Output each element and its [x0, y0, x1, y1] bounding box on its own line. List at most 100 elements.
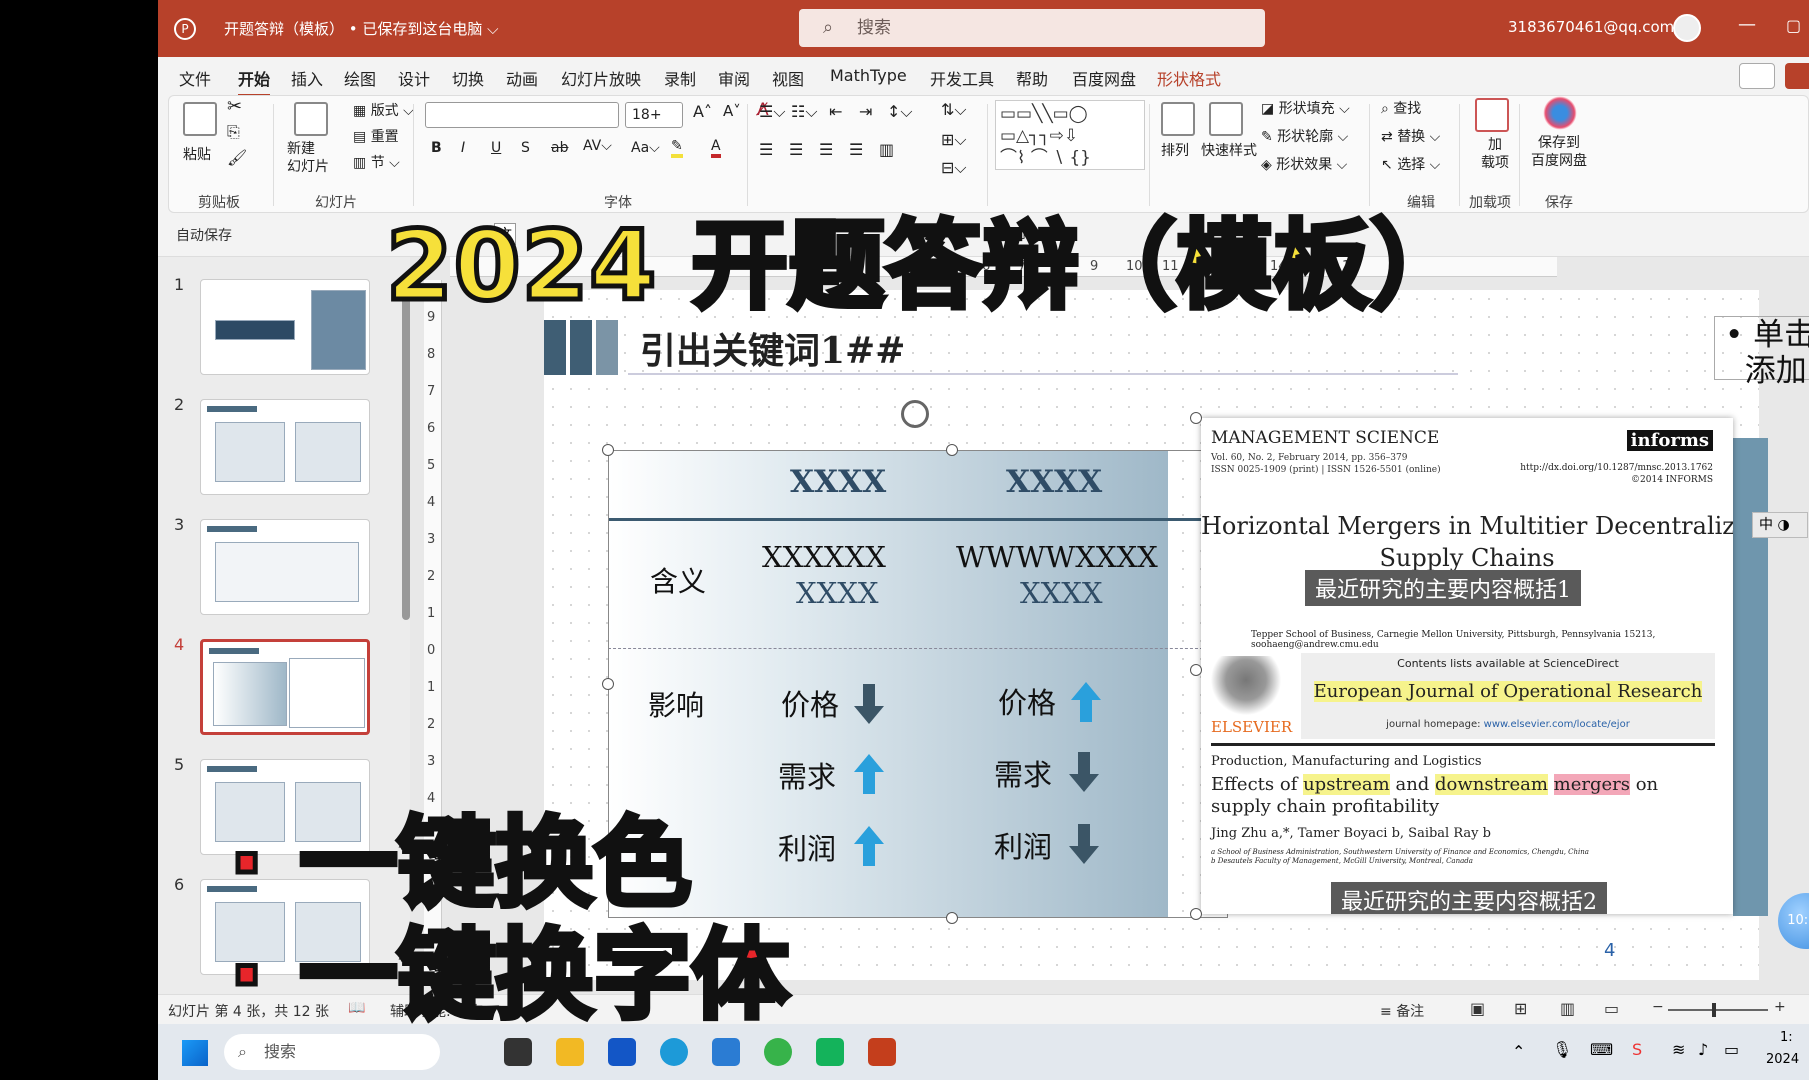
tab-slideshow[interactable]: 幻灯片放映 — [561, 66, 641, 90]
slide-thumbnail[interactable] — [200, 279, 370, 375]
text-direction-icon[interactable]: ⇅⌵ — [941, 100, 967, 120]
addins-label[interactable]: 加 载项 — [1481, 136, 1509, 172]
tab-shape-format[interactable]: 形状格式 — [1157, 66, 1221, 90]
account-email[interactable]: 3183670461@qq.com — [1508, 18, 1674, 36]
bullets-icon[interactable]: ☰⌵ — [759, 102, 785, 122]
shapes-gallery[interactable]: ▭▭╲╲▭◯ ▭△┐┐⇨⇩ ⌒⌇ ⌒ ∖ {} — [995, 100, 1145, 170]
align-right-icon[interactable]: ☰ — [819, 140, 833, 159]
new-slide-label[interactable]: 新建 幻灯片 — [287, 140, 329, 176]
tab-baidu[interactable]: 百度网盘 — [1072, 66, 1136, 90]
ime-indicator[interactable]: 中 ◑ — [1752, 512, 1808, 538]
tab-help[interactable]: 帮助 — [1016, 66, 1048, 90]
comments-icon[interactable] — [1739, 63, 1775, 89]
taskbar-date[interactable]: 2024 — [1766, 1052, 1799, 1067]
arrange-icon[interactable] — [1161, 102, 1195, 136]
resize-handle[interactable] — [1190, 908, 1202, 920]
tab-draw[interactable]: 绘图 — [344, 66, 376, 90]
wechat-icon[interactable] — [816, 1038, 844, 1066]
slide-canvas[interactable]: 引出关键词1## • 单击图标 添加图片 XXXX XXXX 含义 XXXXXX… — [544, 290, 1809, 980]
strikethrough-icon[interactable]: ab — [551, 140, 568, 156]
char-spacing-icon[interactable]: AV⌵ — [583, 138, 612, 154]
zoom-thumb[interactable] — [1712, 1003, 1716, 1017]
highlight-icon[interactable]: ✎ — [671, 138, 683, 158]
avatar[interactable] — [1673, 14, 1701, 42]
find-button[interactable]: ⌕ 查找 — [1381, 98, 1421, 118]
slide-title[interactable]: 引出关键词1## — [640, 322, 905, 374]
new-slide-icon[interactable] — [294, 102, 328, 136]
shape-fill-button[interactable]: ◪ 形状填充 ⌵ — [1261, 98, 1350, 118]
rotate-handle-icon[interactable] — [901, 400, 929, 428]
arrange-label[interactable]: 排列 — [1161, 140, 1189, 160]
italic-icon[interactable]: I — [461, 140, 465, 156]
justify-icon[interactable]: ☰ — [849, 140, 863, 159]
select-button[interactable]: ↖ 选择 ⌵ — [1381, 154, 1440, 174]
notes-button[interactable]: ≡ 备注 — [1380, 1001, 1424, 1021]
copy-icon[interactable]: ⎘ — [227, 122, 240, 142]
bold-icon[interactable]: B — [431, 140, 442, 156]
align-text-icon[interactable]: ⊞⌵ — [941, 130, 967, 150]
layout-button[interactable]: ▦ 版式 ⌵ — [353, 100, 414, 120]
tab-animations[interactable]: 动画 — [506, 66, 538, 90]
tab-mathtype[interactable]: MathType — [830, 66, 907, 85]
tab-developer[interactable]: 开发工具 — [930, 66, 994, 90]
resize-handle[interactable] — [1190, 412, 1202, 424]
replace-button[interactable]: ⇄ 替换 ⌵ — [1381, 126, 1440, 146]
zoom-in-icon[interactable]: + — [1774, 999, 1786, 1015]
slide-thumbnail[interactable] — [200, 399, 370, 495]
paper-screenshot[interactable]: MANAGEMENT SCIENCE Vol. 60, No. 2, Febru… — [1201, 418, 1733, 914]
align-left-icon[interactable]: ☰ — [759, 140, 773, 159]
volume-icon[interactable]: ♪ — [1698, 1040, 1708, 1059]
paste-icon[interactable] — [183, 102, 217, 136]
normal-view-icon[interactable]: ▣ — [1470, 999, 1485, 1018]
minimize-icon[interactable]: — — [1738, 14, 1756, 35]
wifi-icon[interactable]: ≋ — [1672, 1040, 1685, 1059]
columns-icon[interactable]: ▥ — [879, 140, 894, 159]
baidu-save-label[interactable]: 保存到 百度网盘 — [1531, 134, 1587, 170]
image-placeholder[interactable]: • 单击图标 添加图片 — [1714, 316, 1809, 389]
battery-icon[interactable]: ▭ — [1724, 1040, 1739, 1059]
resize-handle[interactable] — [602, 444, 614, 456]
tab-view[interactable]: 视图 — [772, 66, 804, 90]
tab-design[interactable]: 设计 — [398, 66, 430, 90]
tab-insert[interactable]: 插入 — [291, 66, 323, 90]
shadow-icon[interactable]: S — [521, 140, 530, 156]
taskbar-search[interactable]: ⌕ 搜索 — [224, 1034, 440, 1070]
slide-sorter-icon[interactable]: ⊞ — [1514, 999, 1527, 1018]
grow-font-icon[interactable]: A˄ — [693, 102, 712, 121]
reading-view-icon[interactable]: ▥ — [1560, 999, 1575, 1018]
resize-handle[interactable] — [602, 678, 614, 690]
microphone-icon[interactable]: 🎙 — [1552, 1040, 1572, 1059]
smartart-icon[interactable]: ⊟⌵ — [941, 158, 967, 178]
font-color-icon[interactable]: A — [711, 138, 721, 158]
change-case-icon[interactable]: Aa⌵ — [631, 140, 660, 156]
shape-effects-button[interactable]: ◈ 形状效果 ⌵ — [1261, 154, 1347, 174]
slideshow-icon[interactable]: ▭ — [1604, 999, 1619, 1018]
tab-home[interactable]: 开始 — [238, 66, 271, 97]
font-family-select[interactable] — [425, 102, 619, 128]
reset-button[interactable]: ▤ 重置 — [353, 126, 399, 146]
numbering-icon[interactable]: ☷⌵ — [791, 102, 817, 122]
powerpoint-taskbar-icon[interactable] — [868, 1038, 896, 1066]
increase-indent-icon[interactable]: ⇥ — [859, 102, 872, 121]
windows-start-icon[interactable] — [182, 1040, 208, 1066]
cut-icon[interactable]: ✂ — [227, 96, 242, 117]
addins-icon[interactable] — [1475, 98, 1509, 132]
edge-icon[interactable] — [660, 1038, 688, 1066]
section-button[interactable]: ▥ 节 ⌵ — [353, 152, 400, 172]
slide-thumbnail[interactable] — [200, 519, 370, 615]
underline-icon[interactable]: U — [491, 140, 501, 156]
zoom-slider[interactable] — [1668, 1009, 1768, 1011]
quick-styles-label[interactable]: 快速样式 — [1201, 140, 1257, 160]
file-explorer-icon[interactable] — [556, 1038, 584, 1066]
security-app-icon[interactable] — [608, 1038, 636, 1066]
resize-handle[interactable] — [946, 912, 958, 924]
quick-styles-icon[interactable] — [1209, 102, 1243, 136]
browser-icon[interactable] — [764, 1038, 792, 1066]
paste-label[interactable]: 粘贴 — [183, 144, 211, 164]
document-title[interactable]: 开题答辩（模板） • 已保存到这台电脑 ⌵ — [224, 18, 499, 39]
decrease-indent-icon[interactable]: ⇤ — [829, 102, 842, 121]
baidu-netdisk-icon[interactable] — [1543, 96, 1577, 130]
tab-review[interactable]: 审阅 — [718, 66, 750, 90]
autosave-label[interactable]: 自动保存 — [176, 225, 232, 245]
zoom-out-icon[interactable]: − — [1652, 999, 1664, 1015]
